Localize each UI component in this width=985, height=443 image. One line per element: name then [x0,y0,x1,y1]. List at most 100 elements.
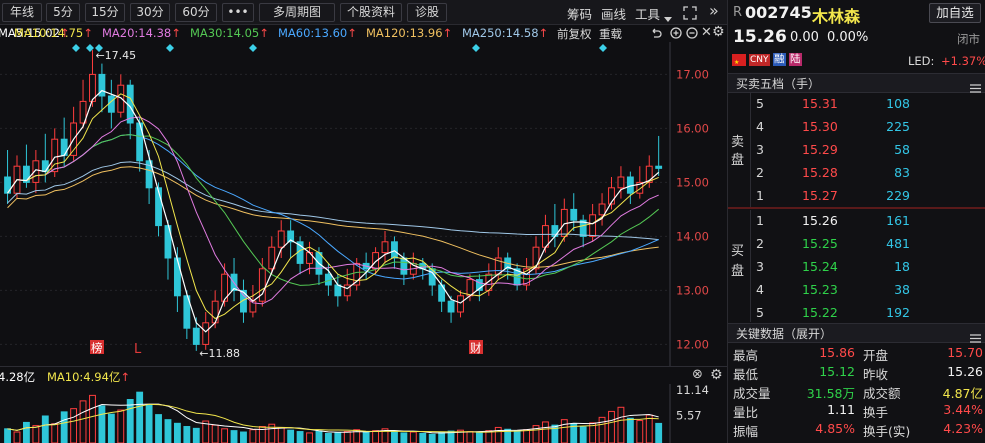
volume-chart[interactable]: 11.14 5.57 [0,384,727,443]
candle [617,176,625,189]
candle [457,295,464,313]
order-book-header[interactable]: 买卖五档（手） [728,73,985,93]
volume-bar [13,431,21,443]
bid-volume: 18 [894,259,910,274]
volume-bar [22,421,30,443]
volume-bar [60,411,68,443]
period-15min-button[interactable]: 15分 [85,3,125,22]
volume-bar [391,430,398,443]
bid-level: 4 [756,282,764,297]
candle [570,208,578,221]
key-data-row: 最高 15.86 开盘 15.70 [728,344,985,363]
volume-bar [494,426,502,443]
chips-link[interactable]: 筹码 [567,4,592,23]
stock-info-button[interactable]: 个股资料 [340,3,402,22]
period-year-button[interactable]: 年线 [2,3,42,22]
ma250-value: MA250:14.58↑ [462,26,549,40]
sector-label[interactable]: LED: [908,54,934,68]
volume-bar [523,429,530,443]
fuquan-toggle[interactable]: 前复权 [557,26,592,42]
close-icon[interactable]: ✕ [701,25,712,40]
ask-level: 4 [756,119,764,134]
connect-tag: 陆 [789,53,802,66]
key-label: 量比 [733,405,759,420]
ask-level: 2 [756,165,764,180]
volume-bar [230,430,238,443]
ask-level: 3 [756,142,764,157]
ask-row[interactable]: 4 15.30 225 [728,116,985,139]
candle [258,268,266,302]
diagnose-button[interactable]: 诊股 [407,3,447,22]
overlay-toggle[interactable]: 重载 [599,26,622,42]
multi-period-button[interactable]: 多周期图 [259,3,335,22]
event-diamond-icon [166,44,174,52]
bid-row[interactable]: 1 15.26 161 [728,210,985,233]
bid-row[interactable]: 5 15.22 192 [728,302,985,325]
volume-bar [89,394,96,443]
ask-row[interactable]: 5 15.31 108 [728,93,985,116]
key-data-header[interactable]: 关键数据（展开） [728,323,985,343]
margin-tag: 融 [773,53,786,66]
candle [277,230,285,248]
tools-link[interactable]: 工具 [635,4,660,23]
key-value: 1.11 [827,402,855,417]
period-60min-button[interactable]: 60分 [175,3,217,22]
zoom-in-icon[interactable] [670,27,682,42]
bid-volume: 161 [886,213,910,228]
undo-icon[interactable] [650,27,662,42]
candle [589,214,597,237]
settings-gear-icon[interactable]: ⚙ [712,24,725,40]
bid-price: 15.23 [802,282,838,297]
candle [598,203,606,216]
volume-bar [626,417,634,443]
key-data-row: 量比 1.11 换手 3.44% [728,401,985,420]
collapse-panel-icon[interactable]: » [709,1,719,20]
y-tick-label: 14.00 [676,229,709,243]
ask-row[interactable]: 2 15.28 83 [728,162,985,185]
ma60-value: MA60:13.60↑ [278,26,357,40]
ask-row[interactable]: 3 15.29 58 [728,139,985,162]
volume-bar [419,432,427,443]
key-value: 15.86 [819,345,855,360]
volume-close-icon[interactable]: ⊗ [692,367,703,382]
candle [466,279,474,297]
candle [655,165,663,169]
fullscreen-icon[interactable] [683,5,697,24]
candle [381,241,389,254]
period-30min-button[interactable]: 30分 [130,3,170,22]
key-data-row: 振幅 4.85% 换手(实) 4.23% [728,420,985,439]
bid-price: 15.24 [802,259,838,274]
ma60-line [7,134,659,280]
volume-bar [466,431,474,443]
candle [41,160,49,173]
kline-chart[interactable]: 17.00 16.00 15.00 14.00 13.00 12.00 ←17.45 ←11.… [0,42,727,366]
key-value: 31.58万 [806,386,855,401]
volume-bar [636,420,644,443]
order-book-title: 买卖五档（手） [736,77,821,91]
period-5min-button[interactable]: 5分 [46,3,80,22]
bid-volume: 481 [886,236,910,251]
more-periods-button[interactable]: ••• [222,3,254,22]
add-watchlist-button[interactable]: 加自选 [929,3,981,23]
volume-bar [249,429,257,443]
volume-bar [400,432,408,443]
volume-settings-icon[interactable]: ⚙ [710,367,723,383]
y-tick-label: 15.00 [676,175,709,189]
bid-row[interactable]: 2 15.25 481 [728,233,985,256]
volume-bar [51,423,59,443]
volume-bar [513,430,521,443]
key-value: 15.70 [947,345,983,360]
volume-tick-label: 5.57 [676,409,702,423]
candle [400,257,408,275]
y-tick-label: 13.00 [676,283,709,297]
ask-row[interactable]: 1 15.27 229 [728,185,985,208]
volume-ma10: MA10:4.94亿↑ [47,370,131,384]
volume-bar [221,428,229,443]
bid-row[interactable]: 3 15.24 18 [728,256,985,279]
draw-line-link[interactable]: 画线 [601,4,626,23]
zoom-out-icon[interactable] [686,27,698,42]
bid-price: 15.22 [802,305,838,320]
ask-price: 15.28 [802,165,838,180]
bid-row[interactable]: 4 15.23 38 [728,279,985,302]
key-value: 4.23% [943,421,983,436]
